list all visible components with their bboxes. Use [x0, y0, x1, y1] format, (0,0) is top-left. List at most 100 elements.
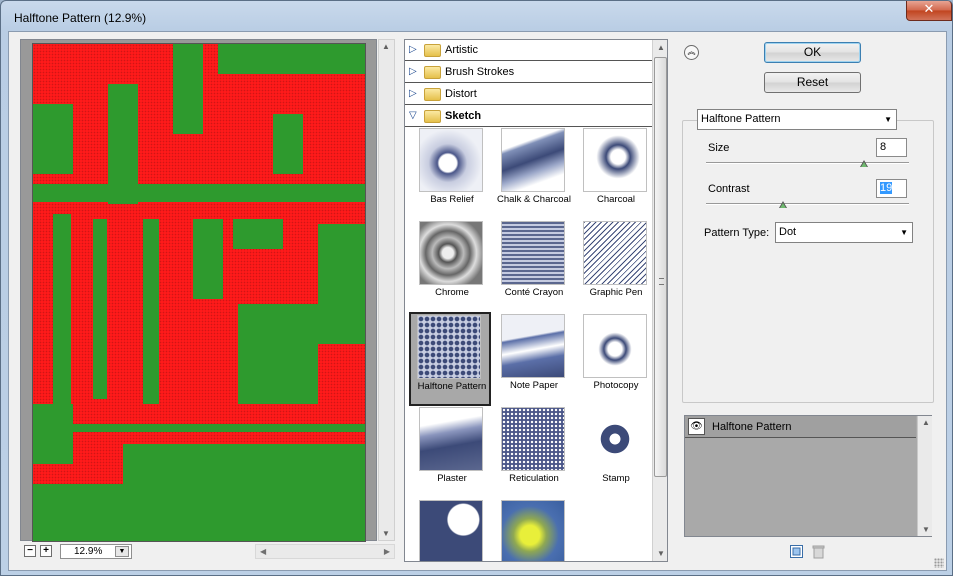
layer-label: Halftone Pattern	[712, 421, 792, 433]
scroll-right-icon[interactable]: ▶	[384, 547, 390, 556]
slider-track	[706, 162, 909, 164]
expand-triangle-icon[interactable]: ▷	[409, 66, 417, 77]
filter-bas-relief[interactable]: Bas Relief	[411, 128, 493, 220]
trash-icon	[812, 545, 825, 559]
contrast-slider[interactable]	[706, 201, 909, 209]
layer-row[interactable]: 👁 Halftone Pattern	[685, 416, 916, 438]
contrast-input[interactable]: 19	[876, 179, 907, 198]
category-label: Distort	[445, 88, 477, 100]
collapse-gallery-button[interactable]: ︽	[684, 45, 699, 60]
zoom-in-button[interactable]: +	[40, 545, 52, 557]
new-layer-icon	[790, 545, 803, 558]
pattern-type-label: Pattern Type:	[704, 227, 770, 239]
filter-thumbnail	[417, 315, 481, 379]
size-input[interactable]: 8	[876, 138, 907, 157]
filter-thumbnail	[501, 407, 565, 471]
visibility-eye-icon[interactable]: 👁	[688, 418, 705, 435]
folder-icon	[424, 66, 441, 79]
dialog-window: Halftone Pattern (12.9%) ✕ ▲ ▼ − + 12.9%…	[0, 0, 953, 576]
category-distort[interactable]: ▷ Distort	[405, 84, 652, 105]
slider-knob[interactable]	[860, 160, 869, 167]
gallery-vertical-scrollbar[interactable]: ▲ ▼	[652, 40, 667, 561]
reset-button[interactable]: Reset	[764, 72, 861, 93]
preview-horizontal-scrollbar[interactable]: ◀ ▶	[255, 544, 395, 559]
filter-thumbnail	[501, 314, 565, 378]
filter-stamp[interactable]: Stamp	[575, 407, 657, 499]
size-label: Size	[708, 142, 730, 154]
filter-photocopy[interactable]: Photocopy	[575, 314, 657, 406]
filter-halftone-pattern[interactable]: Halftone Pattern	[409, 312, 491, 406]
category-sketch[interactable]: ▽ Sketch	[405, 106, 652, 127]
scroll-up-icon[interactable]: ▲	[922, 418, 930, 427]
filter-label: Note Paper	[509, 380, 559, 391]
scroll-up-icon[interactable]: ▲	[382, 42, 390, 51]
filter-torn-edges[interactable]	[411, 500, 493, 561]
chevron-down-icon: ▼	[900, 228, 908, 237]
zoom-bar: − + 12.9% ▼ ◀ ▶	[20, 543, 395, 560]
size-slider[interactable]	[706, 160, 909, 168]
scroll-down-icon[interactable]: ▼	[382, 529, 390, 538]
zoom-out-button[interactable]: −	[24, 545, 36, 557]
pattern-type-select[interactable]: Dot ▼	[775, 222, 913, 243]
filter-chalk-charcoal[interactable]: Chalk & Charcoal	[493, 128, 575, 220]
zoom-level-value: 12.9%	[74, 546, 103, 557]
expand-triangle-icon[interactable]: ▷	[409, 88, 417, 99]
filter-label: Charcoal	[596, 194, 636, 205]
scroll-up-icon[interactable]: ▲	[657, 43, 665, 52]
filter-thumbnail	[419, 128, 483, 192]
filter-thumbnail	[501, 128, 565, 192]
filter-label: Reticulation	[509, 473, 559, 484]
filter-graphic-pen[interactable]: Graphic Pen	[575, 221, 657, 313]
scroll-left-icon[interactable]: ◀	[260, 547, 266, 556]
contrast-value: 19	[880, 182, 893, 194]
filter-select[interactable]: Halftone Pattern ▼	[697, 109, 897, 130]
filter-plaster[interactable]: Plaster	[411, 407, 493, 499]
size-value: 8	[880, 141, 887, 153]
grip-icon	[659, 278, 664, 285]
preview-image[interactable]	[32, 43, 366, 542]
collapse-triangle-icon[interactable]: ▽	[409, 110, 417, 121]
filter-label: Bas Relief	[430, 194, 474, 205]
filter-charcoal[interactable]: Charcoal	[575, 128, 657, 220]
title-bar[interactable]: Halftone Pattern (12.9%) ✕	[1, 1, 952, 33]
filter-select-value: Halftone Pattern	[701, 113, 781, 125]
scrollbar-thumb[interactable]	[654, 57, 667, 477]
filter-note-paper[interactable]: Note Paper	[493, 314, 575, 406]
folder-open-icon	[424, 110, 441, 123]
filter-chrome[interactable]: Chrome	[411, 221, 493, 313]
preview-panel	[20, 39, 377, 542]
effect-layers-panel: 👁 Halftone Pattern ▲ ▼	[684, 415, 932, 537]
filter-thumbnail	[583, 314, 647, 378]
chevron-down-icon: ▼	[884, 115, 892, 124]
resize-grip-icon[interactable]	[934, 558, 944, 568]
window-title: Halftone Pattern (12.9%)	[14, 11, 147, 25]
close-button[interactable]: ✕	[906, 1, 952, 21]
double-chevron-up-icon: ︽	[687, 47, 696, 56]
scroll-down-icon[interactable]: ▼	[922, 525, 930, 534]
delete-effect-layer-button[interactable]	[811, 544, 826, 559]
ok-button[interactable]: OK	[764, 42, 861, 63]
layers-vertical-scrollbar[interactable]: ▲ ▼	[917, 416, 932, 536]
close-icon: ✕	[923, 2, 935, 17]
filter-label: Stamp	[602, 473, 630, 484]
category-brush-strokes[interactable]: ▷ Brush Strokes	[405, 62, 652, 83]
filter-reticulation[interactable]: Reticulation	[493, 407, 575, 499]
category-label: Artistic	[445, 44, 478, 56]
filter-thumbnail	[583, 407, 647, 471]
scroll-down-icon[interactable]: ▼	[657, 549, 665, 558]
filter-thumbnail	[419, 500, 483, 561]
filter-water-paper[interactable]	[493, 500, 575, 561]
filter-gallery: ▷ Artistic ▷ Brush Strokes ▷ Distort ▽ S…	[404, 39, 668, 562]
slider-knob[interactable]	[779, 201, 788, 208]
preview-vertical-scrollbar[interactable]: ▲ ▼	[378, 39, 395, 541]
filter-conte-crayon[interactable]: Conté Crayon	[493, 221, 575, 313]
filter-thumbnail	[501, 500, 565, 561]
filter-label: Halftone Pattern	[417, 381, 487, 392]
zoom-dropdown-button[interactable]: ▼	[115, 546, 129, 557]
expand-triangle-icon[interactable]: ▷	[409, 44, 417, 55]
filter-label: Graphic Pen	[589, 287, 643, 298]
new-effect-layer-button[interactable]	[789, 544, 804, 559]
category-artistic[interactable]: ▷ Artistic	[405, 40, 652, 61]
filter-label: Chrome	[435, 287, 469, 298]
filter-label: Chalk & Charcoal	[497, 194, 571, 205]
